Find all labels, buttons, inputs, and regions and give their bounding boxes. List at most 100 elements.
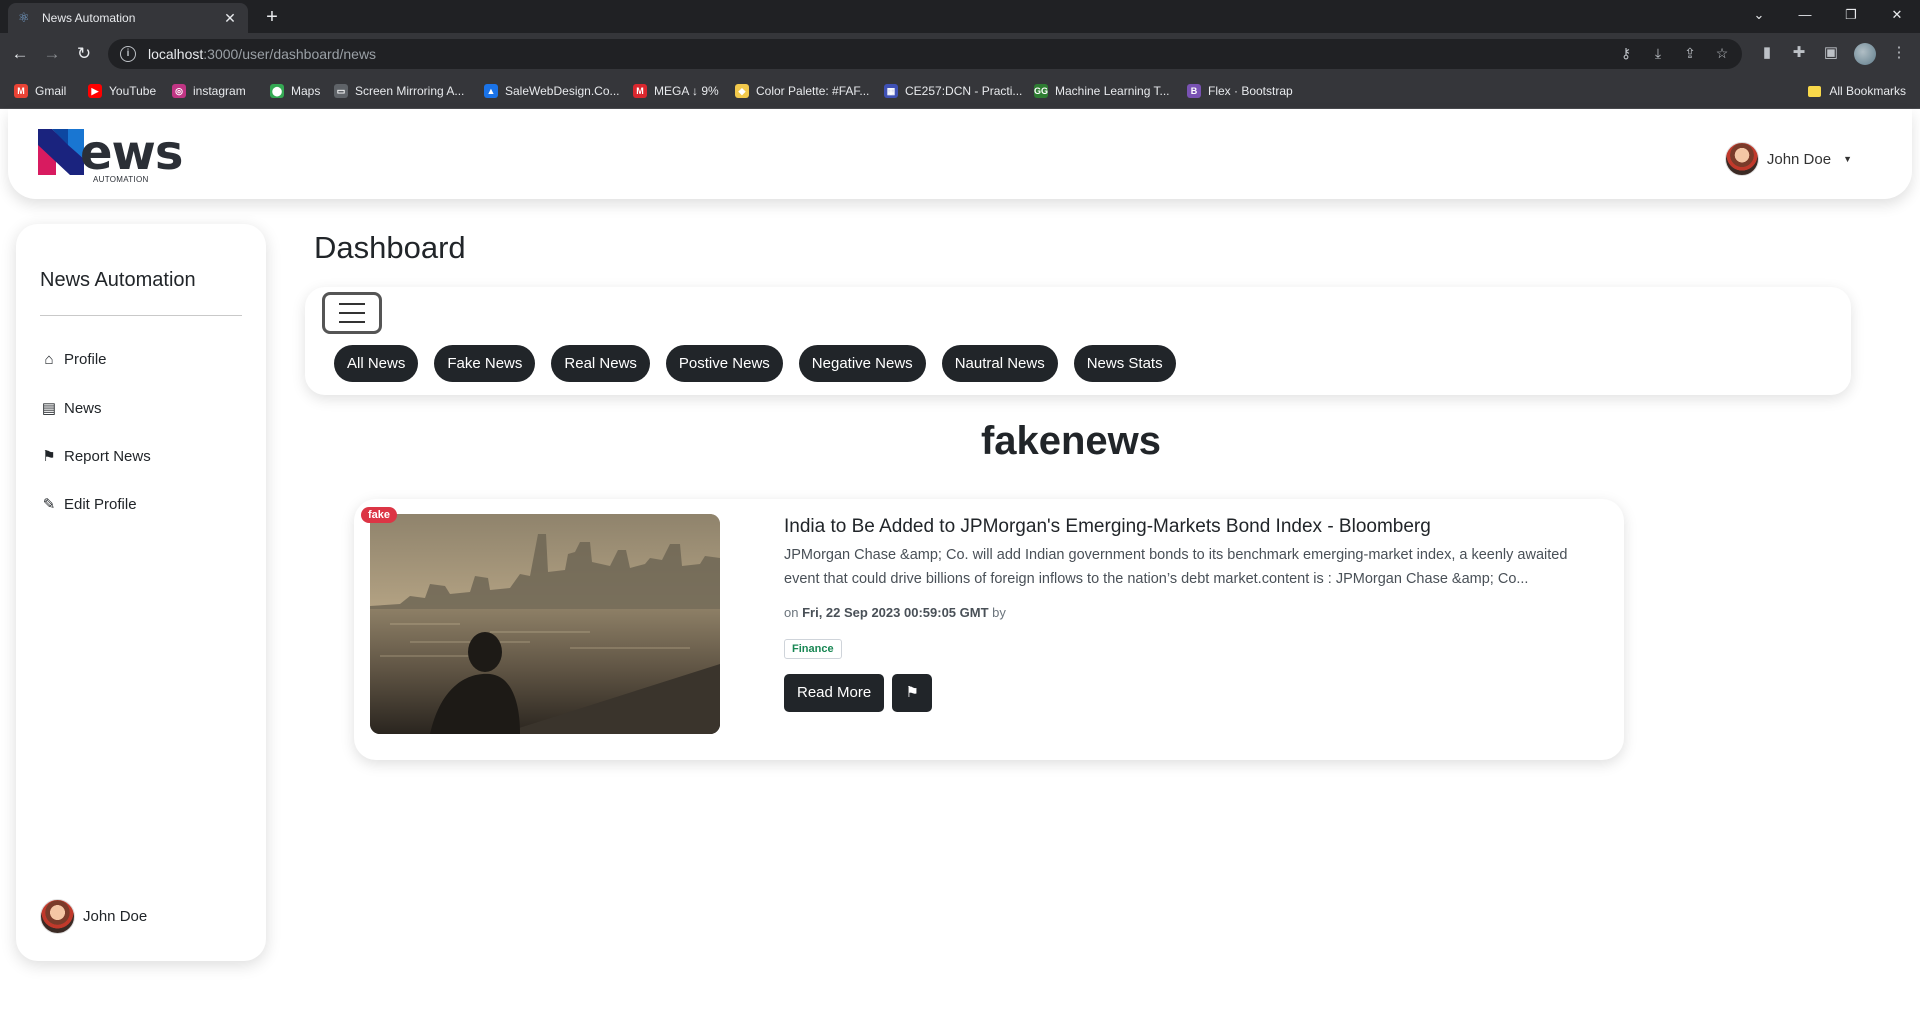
key-icon[interactable]: ⚷	[1618, 45, 1634, 62]
filter-neutral-news[interactable]: Nautral News	[941, 345, 1058, 382]
sidebar-title: News Automation	[40, 269, 196, 291]
flag-icon: ⚑	[905, 684, 919, 701]
logo-wordmark: ews	[80, 125, 183, 181]
bookmark-item[interactable]: M MEGA ↓ 9%	[633, 84, 719, 98]
reload-icon[interactable]: ↻	[72, 42, 96, 66]
forward-icon[interactable]: →	[40, 42, 64, 66]
bookmark-favicon-icon: ◎	[172, 84, 186, 98]
bookmark-label: instagram	[193, 84, 246, 98]
bookmark-item[interactable]: ▭ Screen Mirroring A...	[334, 84, 464, 98]
bookmark-item[interactable]: ◎ instagram	[172, 84, 246, 98]
puzzle-icon[interactable]: ✚	[1790, 43, 1808, 65]
user-name: John Doe	[1766, 150, 1832, 168]
share-icon[interactable]: ⇪	[1682, 45, 1698, 62]
news-card-body: India to Be Added to JPMorgan's Emerging…	[784, 515, 1594, 712]
read-more-button[interactable]: Read More	[784, 674, 885, 712]
news-logo[interactable]: ews AUTOMATION	[38, 125, 198, 187]
install-icon[interactable]: ⤓	[1650, 45, 1666, 62]
all-bookmarks[interactable]: All Bookmarks	[1808, 84, 1906, 98]
sidebar-item-news[interactable]: ▤ News	[40, 399, 102, 418]
page-title: Dashboard	[314, 230, 466, 265]
address-bar[interactable]: i localhost:3000/user/dashboard/news ⚷ ⤓…	[108, 39, 1742, 69]
bookmark-favicon-icon: M	[633, 84, 647, 98]
filter-positive-news[interactable]: Postive News	[665, 345, 783, 382]
react-icon: ⚛	[18, 10, 30, 25]
logo-n-icon	[38, 129, 84, 175]
browser-tab[interactable]: ⚛ News Automation ✕	[8, 3, 248, 33]
logo-subtitle: AUTOMATION	[93, 175, 149, 184]
filter-real-news[interactable]: Real News	[551, 345, 650, 382]
news-actions: Read More ⚑	[784, 674, 1594, 712]
edit-icon: ✎	[42, 496, 56, 513]
sidebar-user[interactable]: John Doe	[40, 899, 147, 934]
site-info-icon[interactable]: i	[120, 46, 136, 62]
bookmark-favicon-icon: ▦	[884, 84, 898, 98]
news-description: JPMorgan Chase &amp; Co. will add Indian…	[784, 547, 1568, 587]
url-text[interactable]: localhost:3000/user/dashboard/news	[148, 46, 376, 62]
sidebar-item-label: News	[64, 399, 102, 417]
bookmark-favicon-icon: ▲	[484, 84, 498, 98]
news-date: Fri, 22 Sep 2023 00:59:05 GMT	[802, 605, 989, 620]
bookmark-favicon-icon: B	[1187, 84, 1201, 98]
section-title: fakenews	[980, 419, 1162, 463]
app-page: ews AUTOMATION John Doe ▼ News Automatio…	[0, 109, 1920, 1032]
star-icon[interactable]: ☆	[1714, 45, 1730, 62]
bookmark-label: Color Palette: #FAF...	[756, 84, 870, 98]
menu-toggle-button[interactable]	[322, 292, 382, 334]
bookmark-favicon-icon: ◆	[735, 84, 749, 98]
sidepanel-icon[interactable]: ▣	[1822, 43, 1840, 65]
tab-title: News Automation	[42, 11, 136, 25]
bookmark-item[interactable]: B Flex · Bootstrap	[1187, 84, 1293, 98]
report-flag-button[interactable]: ⚑	[892, 674, 933, 712]
extension-icon[interactable]: ▮	[1758, 43, 1776, 65]
filter-all-news[interactable]: All News	[334, 345, 419, 382]
sidebar-item-profile[interactable]: ⌂ Profile	[40, 351, 106, 368]
minimize-icon[interactable]: —	[1782, 0, 1828, 33]
filter-news-stats[interactable]: News Stats	[1073, 345, 1176, 382]
close-tab-icon[interactable]: ✕	[222, 10, 238, 27]
profile-avatar-icon[interactable]	[1854, 43, 1876, 65]
user-dropdown[interactable]: John Doe ▼	[1724, 142, 1852, 176]
close-window-icon[interactable]: ✕	[1874, 0, 1920, 33]
bookmark-item[interactable]: ▲ SaleWebDesign.Co...	[484, 84, 620, 98]
sidebar-divider	[40, 315, 242, 316]
bookmark-label: Maps	[291, 84, 321, 98]
bookmark-label: Flex · Bootstrap	[1208, 84, 1293, 98]
window-controls: ⌄ — ❐ ✕	[1736, 0, 1920, 33]
bookmark-favicon-icon: ▶	[88, 84, 102, 98]
restore-icon[interactable]: ❐	[1828, 0, 1874, 33]
bookmark-label: Screen Mirroring A...	[355, 84, 465, 98]
news-title[interactable]: India to Be Added to JPMorgan's Emerging…	[784, 515, 1594, 539]
browser-tab-strip: ⚛ News Automation ✕ + ⌄ — ❐ ✕	[0, 0, 1920, 33]
sidebar-user-name: John Doe	[83, 908, 148, 925]
bookmark-item[interactable]: GG Machine Learning T...	[1034, 84, 1170, 98]
bookmark-label: SaleWebDesign.Co...	[505, 84, 620, 98]
filter-fake-news[interactable]: Fake News	[434, 345, 536, 382]
bookmark-item[interactable]: ⬤ Maps	[270, 84, 320, 98]
kebab-menu-icon[interactable]: ⋮	[1890, 43, 1908, 65]
category-tag: Finance	[784, 639, 842, 659]
bookmark-item[interactable]: M Gmail	[14, 84, 66, 98]
fake-badge: fake	[361, 507, 398, 523]
news-card: fake India to Be Added to JPMorgan's Eme…	[354, 499, 1624, 760]
sidebar-item-label: Edit Profile	[64, 495, 137, 513]
news-thumbnail[interactable]	[370, 514, 720, 734]
bookmark-label: Machine Learning T...	[1055, 84, 1170, 98]
sidebar-item-edit-profile[interactable]: ✎ Edit Profile	[40, 495, 137, 514]
filter-pills: All News Fake News Real News Postive New…	[334, 345, 1176, 382]
back-icon[interactable]: ←	[8, 42, 32, 66]
new-tab-button[interactable]: +	[260, 5, 284, 29]
bookmark-item[interactable]: ◆ Color Palette: #FAF...	[735, 84, 869, 98]
bookmark-item[interactable]: ▦ CE257:DCN - Practi...	[884, 84, 1022, 98]
bookmark-favicon-icon: GG	[1034, 84, 1049, 98]
filter-negative-news[interactable]: Negative News	[798, 345, 926, 382]
bookmark-label: CE257:DCN - Practi...	[905, 84, 1023, 98]
avatar	[40, 899, 75, 934]
avatar	[1724, 142, 1759, 176]
home-icon: ⌂	[44, 351, 54, 368]
bookmark-item[interactable]: ▶ YouTube	[88, 84, 156, 98]
tab-search-icon[interactable]: ⌄	[1736, 0, 1782, 33]
filter-bar: All News Fake News Real News Postive New…	[305, 287, 1851, 395]
bookmark-favicon-icon: ▭	[334, 84, 348, 98]
bookmark-label: YouTube	[109, 84, 157, 98]
